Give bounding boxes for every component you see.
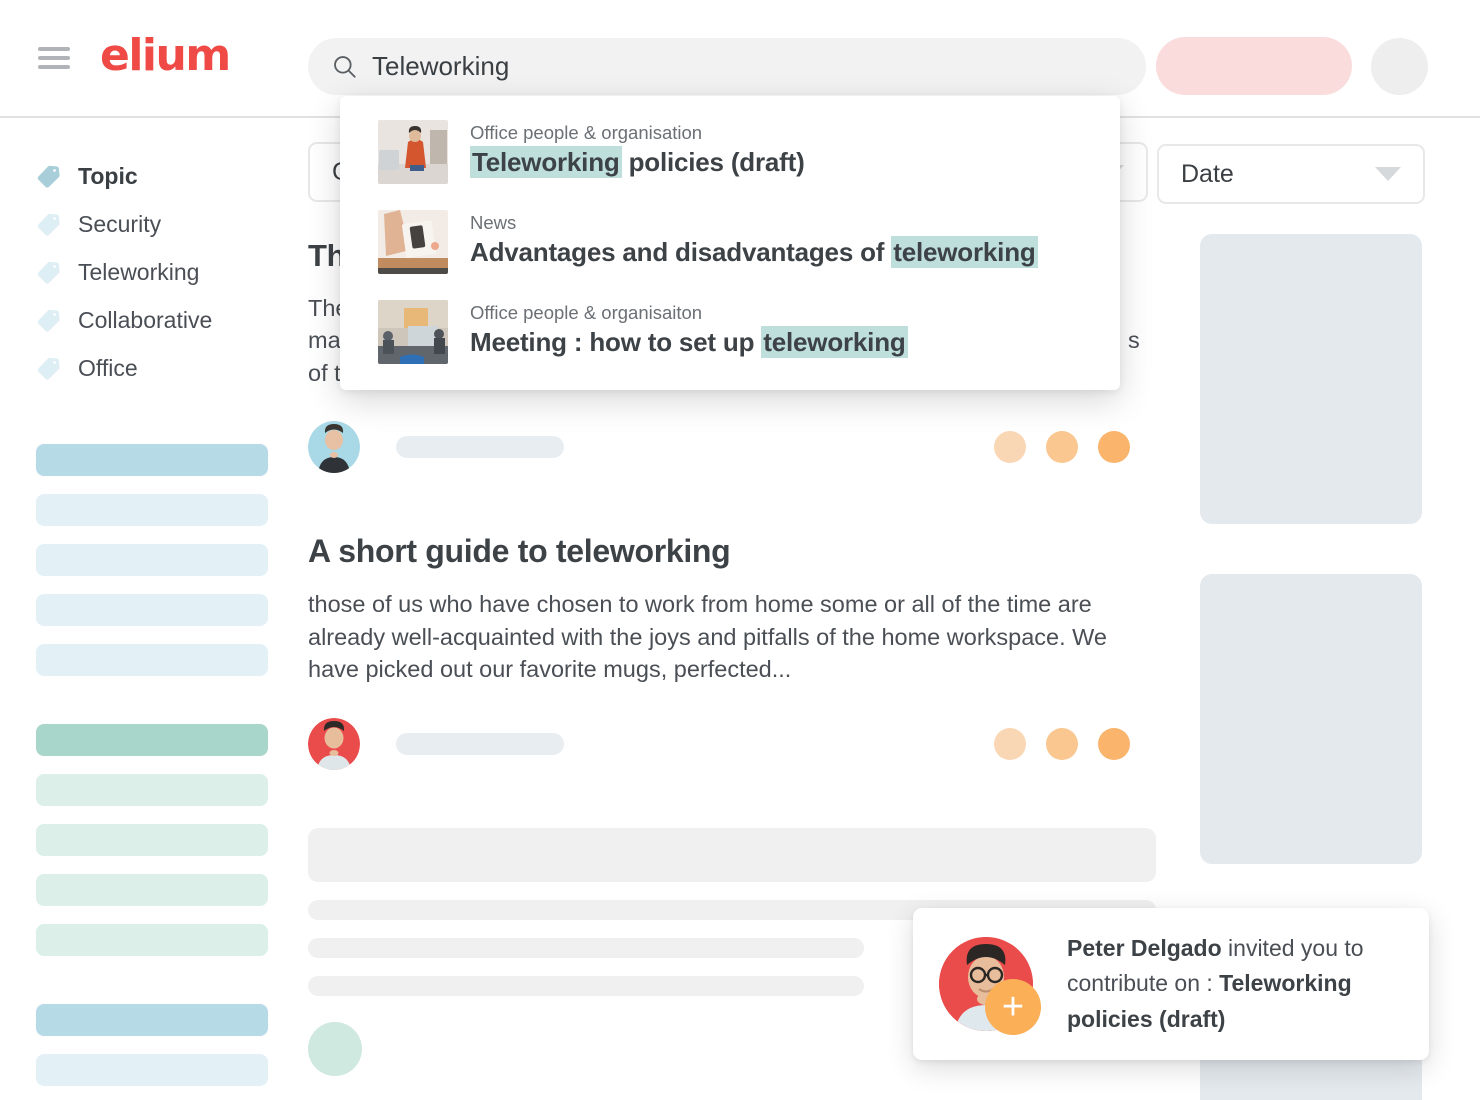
primary-action-button-placeholder[interactable]: [1156, 37, 1352, 95]
sidebar-tag-security[interactable]: Security: [0, 200, 292, 248]
skeleton-header-bar: [36, 1004, 268, 1036]
skeleton-item-bar: [36, 774, 268, 806]
skeleton-text-bar: [308, 937, 864, 958]
avatar-photo: [308, 421, 360, 474]
article-body-line: ma: [308, 327, 341, 354]
sort-filter-label: Date: [1181, 159, 1234, 188]
sidebar-tag-collaborative[interactable]: Collaborative: [0, 296, 292, 344]
tag-icon: [37, 309, 60, 332]
sidebar-skeleton-group: [36, 1004, 268, 1086]
search-result-title-pre: Meeting : how to set up: [470, 327, 762, 357]
skeleton-item-bar: [36, 594, 268, 626]
notification-message: Peter Delgado invited you to contribute …: [1067, 931, 1367, 1038]
search-result-thumbnail: [378, 210, 448, 274]
reaction-dot[interactable]: [1098, 727, 1130, 760]
search-result-highlight: teleworking: [761, 326, 908, 358]
article-footer: [308, 717, 1156, 770]
sidebar-tag-teleworking[interactable]: Teleworking: [0, 248, 292, 296]
tag-icon: [37, 165, 60, 188]
reaction-group: [994, 727, 1130, 760]
reaction-dot[interactable]: [1098, 431, 1130, 464]
skeleton-item-bar: [36, 494, 268, 526]
notification-avatar: +: [939, 937, 1041, 1035]
author-name-placeholder: [396, 732, 564, 755]
author-name-placeholder: [396, 436, 564, 459]
chevron-down-icon: [1375, 167, 1401, 181]
skeleton-item-bar: [36, 924, 268, 956]
author-avatar[interactable]: [308, 717, 360, 770]
sidebar-skeleton-group: [36, 444, 268, 676]
reaction-dot[interactable]: [1046, 727, 1078, 760]
search-result-item[interactable]: Office people & organisation Teleworking…: [340, 120, 1120, 184]
app-window: elium Teleworking Topic Security Telewor…: [0, 0, 1480, 1100]
sidebar-tag-office[interactable]: Office: [0, 344, 292, 392]
reaction-dot[interactable]: [994, 431, 1026, 464]
search-result-category: News: [470, 212, 517, 233]
skeleton-title-block: [308, 827, 1156, 882]
article-body-right-fragment: s: [1128, 327, 1140, 354]
search-result-category: Office people & organisation: [470, 122, 703, 143]
sidebar: Topic Security Teleworking Collaborative…: [0, 118, 292, 1100]
search-icon: [334, 55, 356, 78]
article-title: A short guide to teleworking: [308, 533, 731, 570]
search-result-title-pre: Advantages and disadvantages of: [470, 237, 892, 267]
right-card-placeholder[interactable]: [1200, 574, 1422, 864]
search-result-thumbnail: [378, 300, 448, 364]
notification-actor: Peter Delgado: [1067, 934, 1222, 961]
sidebar-tag-label: Security: [78, 210, 162, 237]
sort-filter-select[interactable]: Date: [1157, 144, 1425, 204]
search-result-title-rest: policies (draft): [621, 147, 805, 177]
search-result-text: Office people & organisaiton Meeting : h…: [470, 300, 908, 358]
notification-toast[interactable]: + Peter Delgado invited you to contribut…: [913, 908, 1429, 1060]
skeleton-text-bar: [308, 975, 864, 996]
skeleton-item-bar: [36, 544, 268, 576]
search-result-title: Advantages and disadvantages of telework…: [470, 236, 1038, 268]
meeting-room-photo: [378, 300, 448, 364]
search-result-title: Teleworking policies (draft): [470, 146, 805, 178]
skeleton-item-bar: [36, 644, 268, 676]
right-card-placeholder[interactable]: [1200, 234, 1422, 524]
article-card[interactable]: A short guide to teleworking those of us…: [292, 533, 1172, 770]
search-result-highlight: teleworking: [891, 236, 1038, 268]
tag-icon: [37, 357, 60, 380]
skeleton-item-bar: [36, 824, 268, 856]
brand-logo[interactable]: elium: [100, 34, 231, 78]
desk-with-phone-photo: [378, 210, 448, 274]
sidebar-skeleton-group: [36, 724, 268, 956]
search-result-category: Office people & organisaiton: [470, 302, 703, 323]
person-with-laptop-photo: [378, 120, 448, 184]
skeleton-item-bar: [36, 1054, 268, 1086]
sidebar-tag-label: Topic: [78, 162, 138, 189]
sidebar-tag-label: Office: [78, 354, 138, 381]
search-result-text: Office people & organisation Teleworking…: [470, 120, 805, 178]
user-avatar[interactable]: [1371, 38, 1428, 95]
plus-icon: +: [985, 979, 1041, 1035]
avatar-photo: [308, 717, 360, 770]
search-results-dropdown: Office people & organisation Teleworking…: [340, 96, 1120, 390]
article-footer: [308, 421, 1156, 474]
skeleton-header-bar: [36, 444, 268, 476]
search-bar[interactable]: Teleworking: [308, 38, 1146, 95]
skeleton-avatar: [308, 1021, 362, 1076]
reaction-dot[interactable]: [994, 727, 1026, 760]
sidebar-tag-label: Collaborative: [78, 306, 213, 333]
search-result-title: Meeting : how to set up teleworking: [470, 326, 908, 358]
search-result-thumbnail: [378, 120, 448, 184]
tag-icon: [37, 261, 60, 284]
reaction-group: [994, 431, 1130, 464]
sidebar-tag-topic[interactable]: Topic: [0, 152, 292, 200]
search-result-item[interactable]: News Advantages and disadvantages of tel…: [340, 210, 1120, 274]
search-result-item[interactable]: Office people & organisaiton Meeting : h…: [340, 300, 1120, 364]
author-avatar[interactable]: [308, 421, 360, 474]
search-result-text: News Advantages and disadvantages of tel…: [470, 210, 1038, 268]
skeleton-item-bar: [36, 874, 268, 906]
tag-icon: [37, 213, 60, 236]
hamburger-icon[interactable]: [38, 47, 70, 69]
search-result-highlight: Teleworking: [470, 146, 622, 178]
sidebar-tag-label: Teleworking: [78, 258, 200, 285]
search-input[interactable]: Teleworking: [372, 51, 509, 82]
reaction-dot[interactable]: [1046, 431, 1078, 464]
skeleton-header-bar: [36, 724, 268, 756]
article-body: those of us who have chosen to work from…: [308, 591, 1107, 683]
